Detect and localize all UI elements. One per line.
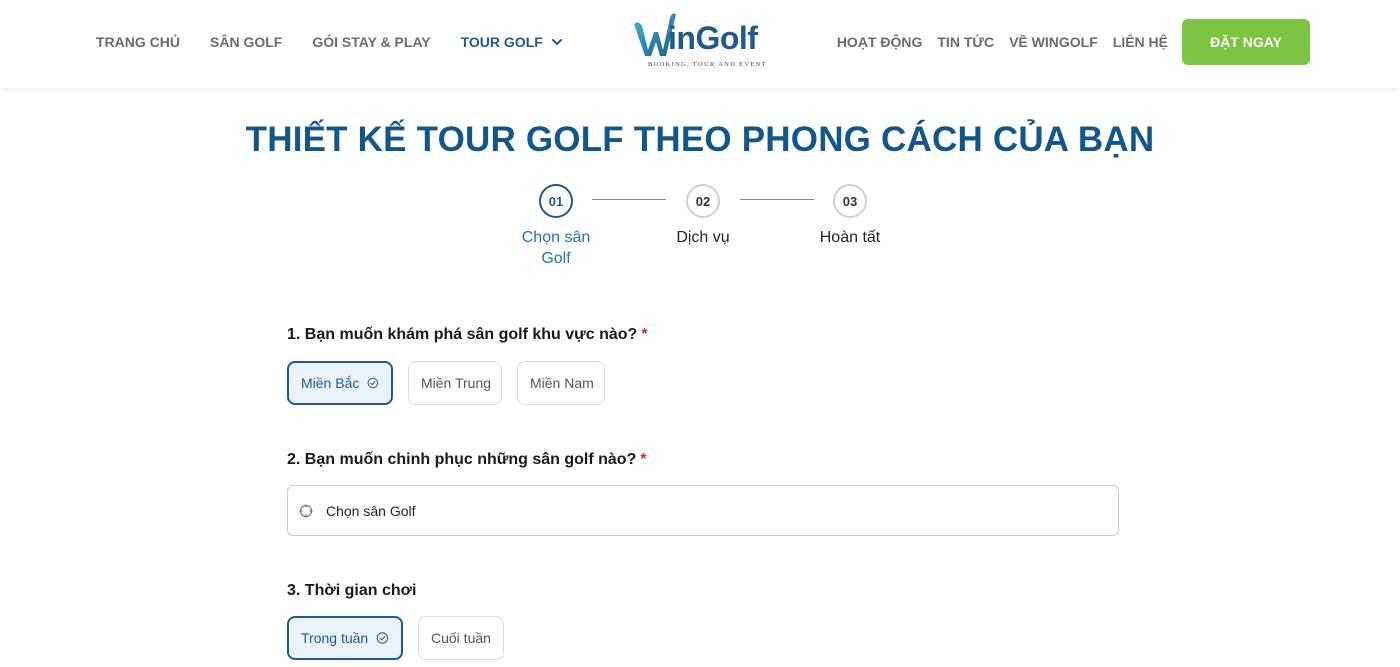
nav-item-hoat-dong[interactable]: HOẠT ĐỘNG [837, 34, 923, 50]
option-mien-bac-label: Miền Bắc [301, 375, 360, 391]
nav-left: TRANG CHỦ SÂN GOLF GÓI STAY & PLAY TOUR … [96, 0, 593, 84]
step-2-label: Dịch vụ [676, 229, 730, 246]
page-title: THIẾT KẾ TOUR GOLF THEO PHONG CÁCH CỦA B… [245, 120, 1155, 159]
step-3-number: 03 [833, 184, 867, 218]
question-1-label: 1. Bạn muốn khám phá sân golf khu vực nà… [287, 326, 648, 344]
step-1-label: Chọn sân Golf [521, 229, 591, 267]
step-1-number: 01 [539, 184, 573, 218]
chevron-down-icon [551, 39, 562, 45]
option-cuoi-tuan[interactable]: Cuối tuần [418, 616, 504, 660]
question-1-text: 1. Bạn muốn khám phá sân golf khu vực nà… [287, 326, 638, 343]
nav-item-lien-he[interactable]: LIÊN HỆ [1113, 34, 1168, 50]
nav-item-ve-wingolf[interactable]: VỀ WINGOLF [1009, 34, 1098, 50]
question-2-text: 2. Bạn muốn chinh phục những sân golf nà… [287, 451, 637, 468]
question-3-label: 3. Thời gian chơi [287, 582, 417, 599]
required-asterisk: * [641, 326, 648, 343]
site-header: TRANG CHỦ SÂN GOLF GÓI STAY & PLAY TOUR … [0, 0, 1400, 88]
wingolf-logo[interactable]: inGolf BOOKING, TOUR AND EVENT [632, 10, 776, 72]
nav-item-tour-golf-label: TOUR GOLF [460, 34, 543, 50]
step-3-label: Hoàn tất [819, 229, 881, 246]
question-2-label: 2. Bạn muốn chinh phục những sân golf nà… [287, 451, 647, 469]
check-circle-icon [376, 632, 389, 644]
check-circle-icon [367, 377, 379, 389]
nav-item-tour-golf[interactable]: TOUR GOLF [461, 34, 563, 50]
option-trong-tuan-label: Trong tuần [301, 630, 369, 646]
nav-item-tin-tuc[interactable]: TIN TỨC [937, 34, 994, 50]
option-trong-tuan[interactable]: Trong tuần [287, 616, 403, 660]
book-now-button[interactable]: ĐẶT NGAY [1182, 19, 1310, 65]
step-2: 02 Dịch vụ [653, 184, 753, 248]
crosshair-icon [299, 504, 313, 517]
golf-course-select-placeholder: Chọn sân Golf [326, 502, 416, 519]
golf-course-select[interactable]: Chọn sân Golf [287, 485, 1119, 536]
logo-wordmark: inGolf [668, 20, 758, 56]
nav-item-goi-stay-play[interactable]: GÓI STAY & PLAY [312, 34, 430, 50]
nav-item-san-golf[interactable]: SÂN GOLF [210, 34, 282, 50]
required-asterisk: * [640, 451, 647, 468]
step-1: 01 Chọn sân Golf [506, 184, 606, 269]
option-mien-trung[interactable]: Miền Trung [408, 361, 502, 405]
nav-right: HOẠT ĐỘNG TIN TỨC VỀ WINGOLF LIÊN HỆ [822, 0, 1168, 84]
step-2-number: 02 [686, 184, 720, 218]
option-mien-bac[interactable]: Miền Bắc [287, 361, 393, 405]
step-3: 03 Hoàn tất [800, 184, 900, 248]
nav-item-trang-chu[interactable]: TRANG CHỦ [96, 34, 180, 50]
option-mien-nam[interactable]: Miền Nam [517, 361, 605, 405]
logo-tagline: BOOKING, TOUR AND EVENT [648, 61, 767, 68]
